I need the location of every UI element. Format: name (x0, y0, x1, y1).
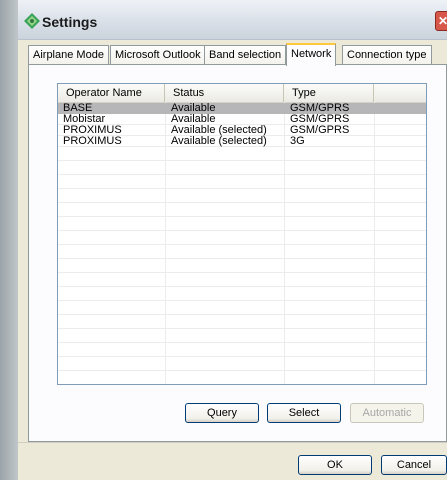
row-divider (58, 258, 426, 259)
column-header-operator-name[interactable]: Operator Name (58, 84, 165, 102)
tab-network[interactable]: Network (286, 43, 337, 66)
cancel-button[interactable]: Cancel (381, 455, 447, 475)
operator-type: 3G (290, 135, 305, 147)
row-divider (58, 328, 426, 329)
row-divider (58, 370, 426, 371)
ok-button[interactable]: OK (298, 455, 372, 475)
list-header: Operator Name Status Type (58, 84, 426, 103)
row-divider (58, 244, 426, 245)
row-divider (58, 174, 426, 175)
select-button[interactable]: Select (267, 403, 341, 423)
tab-band-selection[interactable]: Band selection (204, 45, 287, 65)
dialog-separator (18, 442, 447, 443)
background-window-edge (0, 0, 18, 480)
row-divider (58, 202, 426, 203)
query-button[interactable]: Query (185, 403, 259, 423)
row-divider (58, 300, 426, 301)
operator-name: PROXIMUS (63, 135, 122, 147)
operator-list[interactable]: Operator Name Status Type BASE Available… (57, 83, 427, 385)
tab-airplane-mode[interactable]: Airplane Mode (28, 45, 109, 65)
close-button[interactable]: ✕ (435, 11, 447, 31)
tab-strip: Airplane Mode Microsoft Outlook Band sel… (28, 43, 447, 66)
tab-microsoft-outlook[interactable]: Microsoft Outlook (110, 45, 206, 65)
row-divider (58, 342, 426, 343)
table-row[interactable]: BASE Available GSM/GPRS (58, 103, 426, 114)
row-divider (58, 286, 426, 287)
table-row[interactable]: PROXIMUS Available (selected) 3G (58, 135, 426, 147)
row-divider (58, 160, 426, 161)
row-divider (58, 272, 426, 273)
row-divider (58, 356, 426, 357)
row-divider (58, 314, 426, 315)
automatic-button[interactable]: Automatic (350, 403, 424, 423)
row-divider (58, 188, 426, 189)
operator-status: Available (selected) (171, 135, 267, 147)
row-divider (58, 216, 426, 217)
row-divider (58, 230, 426, 231)
tab-connection-type[interactable]: Connection type (342, 45, 432, 65)
column-header-type[interactable]: Type (284, 84, 374, 102)
diamond-gear-icon (24, 13, 40, 29)
window-title: Settings (42, 14, 98, 30)
column-header-status[interactable]: Status (165, 84, 284, 102)
